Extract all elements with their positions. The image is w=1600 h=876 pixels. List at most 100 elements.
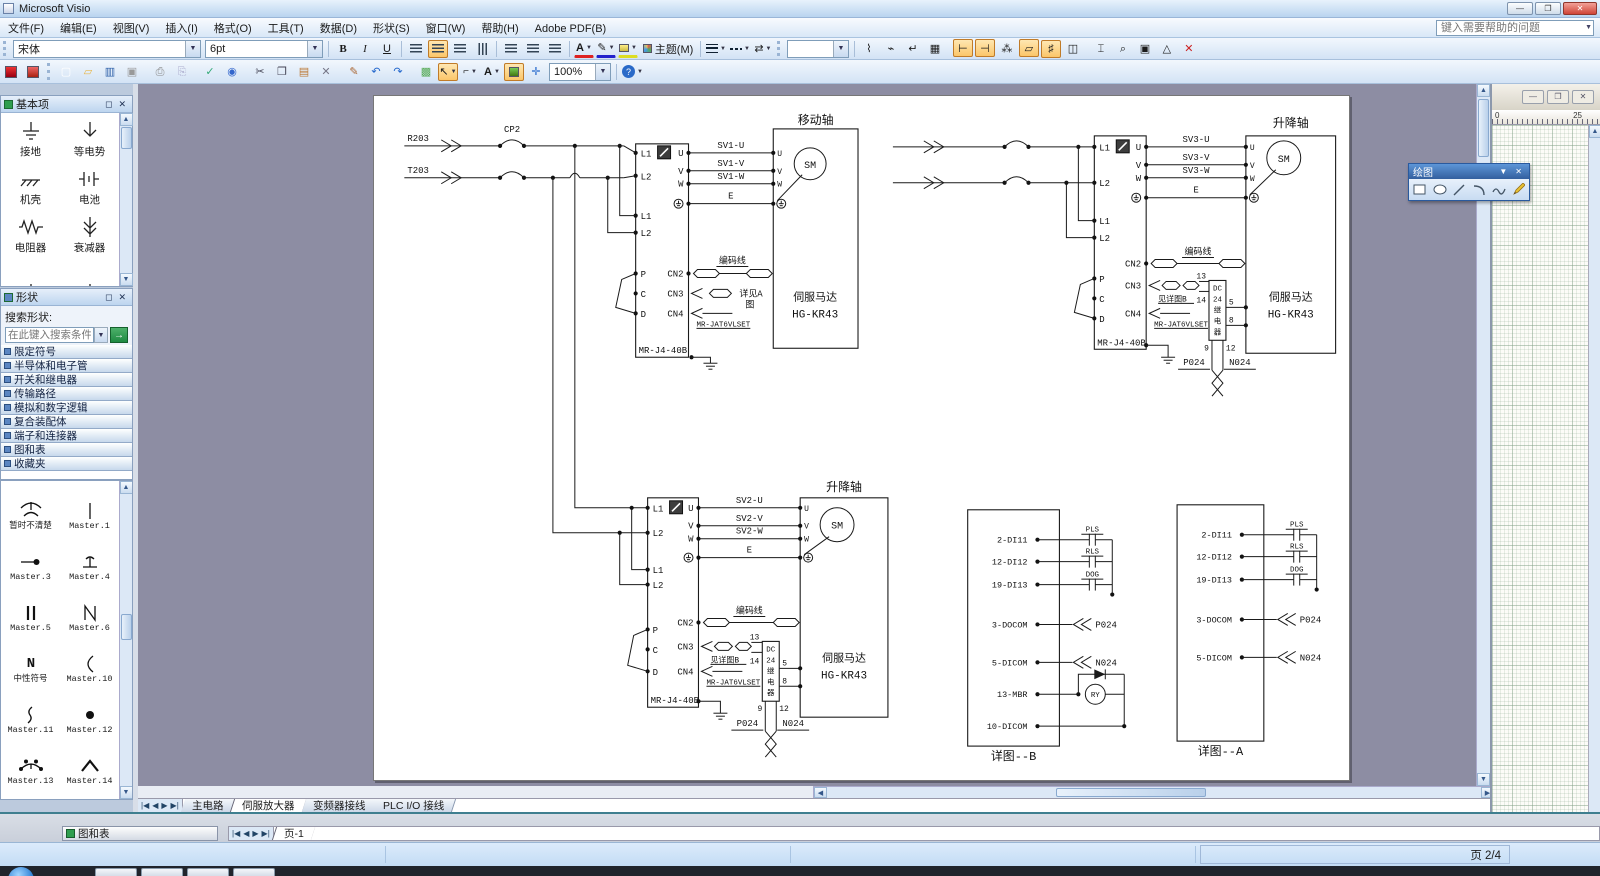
menu-item[interactable]: 格式(O) xyxy=(206,21,260,37)
page-tab[interactable]: 页-1 xyxy=(272,827,316,840)
crop-tool[interactable]: ▣ xyxy=(1135,39,1155,57)
drawing-aids-toggle[interactable]: ▱ xyxy=(1019,39,1039,57)
redo-button[interactable]: ↷ xyxy=(388,62,408,80)
chevron-down-icon[interactable]: ▼ xyxy=(94,327,108,343)
font-size-combo[interactable]: 6pt▼ xyxy=(205,40,323,58)
drawing-toolbar[interactable]: 绘图 ▼ ✕ xyxy=(1408,163,1530,201)
taskbar-button[interactable] xyxy=(141,868,183,876)
arc-tool[interactable] xyxy=(1471,182,1487,198)
print-preview-button[interactable]: ⎘ xyxy=(172,63,192,81)
windows-taskbar[interactable] xyxy=(0,866,1600,876)
pencil-tool[interactable] xyxy=(1511,182,1527,198)
master-shape[interactable]: Master.12 xyxy=(60,687,119,738)
new-document-button[interactable]: ▢ xyxy=(56,62,76,80)
pointer-tool-button[interactable]: ↖▼ xyxy=(438,63,458,81)
master-shape[interactable]: 暂时不清楚 xyxy=(1,483,60,534)
chevron-down-icon[interactable]: ▼ xyxy=(1585,24,1592,31)
master-shape[interactable]: Master.4 xyxy=(60,534,119,585)
category-bar[interactable]: 复合装配体 xyxy=(1,415,132,429)
close-drawing-button[interactable]: ✕ xyxy=(1179,39,1199,57)
ellipse-tool[interactable] xyxy=(1432,182,1448,198)
find-button[interactable]: ◉ xyxy=(222,62,242,80)
shape-search-input[interactable] xyxy=(5,327,94,343)
restore-button[interactable]: ❐ xyxy=(1547,90,1569,104)
increase-indent-button[interactable] xyxy=(545,40,565,58)
master-shape[interactable]: Master.6 xyxy=(60,585,119,636)
close-icon[interactable]: ✕ xyxy=(1512,167,1525,176)
vertical-text-button[interactable] xyxy=(472,40,492,58)
nav-first-button[interactable]: |◀ xyxy=(232,829,240,838)
toolbar-grip[interactable] xyxy=(3,41,8,56)
search-go-button[interactable]: → xyxy=(110,327,128,343)
menu-item[interactable]: 工具(T) xyxy=(260,21,312,37)
category-bar[interactable]: 端子和连接器 xyxy=(1,429,132,443)
sheet-tab-1[interactable]: 主电路 xyxy=(181,799,236,812)
master-shape[interactable]: Master.1 xyxy=(60,483,119,534)
stencil-shape-3[interactable]: 机壳 xyxy=(1,161,60,209)
adobe-pdf-convert-button[interactable] xyxy=(1,63,21,81)
cut-button[interactable]: ✂ xyxy=(250,62,270,80)
line-pattern-button[interactable]: ▼ xyxy=(729,40,751,58)
minimized-window-titlebar[interactable]: 图和表 xyxy=(62,826,218,841)
connector-tool-button[interactable]: ⌐▼ xyxy=(460,63,480,81)
category-bar[interactable]: 半导体和电子管 xyxy=(1,359,132,373)
menu-item[interactable]: 窗口(W) xyxy=(418,21,474,37)
align-right-button[interactable] xyxy=(450,40,470,58)
stencil-shape-1[interactable]: 接地 xyxy=(1,113,60,161)
snap-toggle[interactable]: ⊢ xyxy=(953,39,973,57)
menu-item[interactable]: 数据(D) xyxy=(312,21,365,37)
dynamic-grid-toggle[interactable]: ⁂ xyxy=(997,39,1017,57)
font-color-button[interactable]: A▼ xyxy=(574,40,594,58)
category-bar[interactable]: 模拟和数字逻辑 xyxy=(1,401,132,415)
sheet-tab-4[interactable]: PLC I/O 接线 xyxy=(372,799,456,812)
undo-button[interactable]: ↶ xyxy=(366,62,386,80)
guides-toggle[interactable]: ⌶ xyxy=(1091,40,1111,58)
restore-button[interactable]: ❐ xyxy=(1535,2,1561,15)
category-bar[interactable]: 传输路径 xyxy=(1,387,132,401)
reroute-tool[interactable]: ↵ xyxy=(903,39,923,57)
open-button[interactable]: ▱ xyxy=(78,62,98,80)
line-weight-button[interactable]: ▼ xyxy=(705,40,727,58)
theme-button[interactable]: 主题(M) xyxy=(640,40,696,58)
delete-button[interactable]: ✕ xyxy=(316,62,336,80)
rectangle-tool[interactable] xyxy=(1412,182,1428,198)
nav-first-button[interactable]: |◀ xyxy=(141,801,149,810)
master-shape[interactable]: Master.5 xyxy=(1,585,60,636)
text-tool-button[interactable]: A▼ xyxy=(482,63,502,81)
nav-last-button[interactable]: ▶| xyxy=(171,801,179,810)
zoom-tool[interactable]: ⌕ xyxy=(1113,40,1133,58)
nav-last-button[interactable]: ▶| xyxy=(262,829,270,838)
menu-item[interactable]: Adobe PDF(B) xyxy=(527,21,615,37)
nav-prev-button[interactable]: ◀ xyxy=(243,829,249,838)
scroll-up-icon[interactable]: ▲ xyxy=(1589,125,1600,138)
stencil-shape-4[interactable]: 电池 xyxy=(60,161,119,209)
align-center-button[interactable] xyxy=(428,40,448,58)
stencil-shape-partial[interactable] xyxy=(1,257,60,286)
italic-button[interactable]: I xyxy=(355,40,375,58)
category-bar[interactable]: 限定符号 xyxy=(1,345,132,359)
taskbar-button[interactable] xyxy=(233,868,275,876)
nav-prev-button[interactable]: ◀ xyxy=(152,801,158,810)
line-color-button[interactable]: ✎▼ xyxy=(596,40,616,58)
bold-button[interactable]: B xyxy=(333,40,353,58)
drawing-page[interactable]: 移动轴SMSV1-UUUSV1-VVVSV1-WWWEL1L2L1L2PCDCN… xyxy=(373,95,1350,781)
menu-item[interactable]: 编辑(E) xyxy=(52,21,105,37)
glue-toggle[interactable]: ⊣ xyxy=(975,39,995,57)
spelling-button[interactable]: ✓ xyxy=(200,62,220,80)
connection-points-toggle[interactable]: ◫ xyxy=(1063,39,1083,57)
copy-button[interactable]: ❐ xyxy=(272,62,292,80)
minimize-button[interactable]: — xyxy=(1507,2,1533,15)
chevron-down-icon[interactable]: ▼ xyxy=(1496,167,1510,176)
menu-item[interactable]: 帮助(H) xyxy=(473,21,526,37)
underline-button[interactable]: U xyxy=(377,40,397,58)
line-tool[interactable] xyxy=(1452,182,1468,198)
sheet-tab-2[interactable]: 伺服放大器 xyxy=(230,799,307,812)
panel-close-icon[interactable]: ✕ xyxy=(115,99,129,110)
snap-grid-toggle[interactable]: ♯ xyxy=(1041,40,1061,58)
master-shape[interactable]: Master.10 xyxy=(60,636,119,687)
master-shape[interactable]: Master.3 xyxy=(1,534,60,585)
font-combo[interactable]: 宋体▼ xyxy=(13,40,201,58)
stencil-shape-partial[interactable] xyxy=(60,257,119,286)
category-bar[interactable]: 图和表 xyxy=(1,443,132,457)
nav-next-button[interactable]: ▶ xyxy=(161,801,167,810)
